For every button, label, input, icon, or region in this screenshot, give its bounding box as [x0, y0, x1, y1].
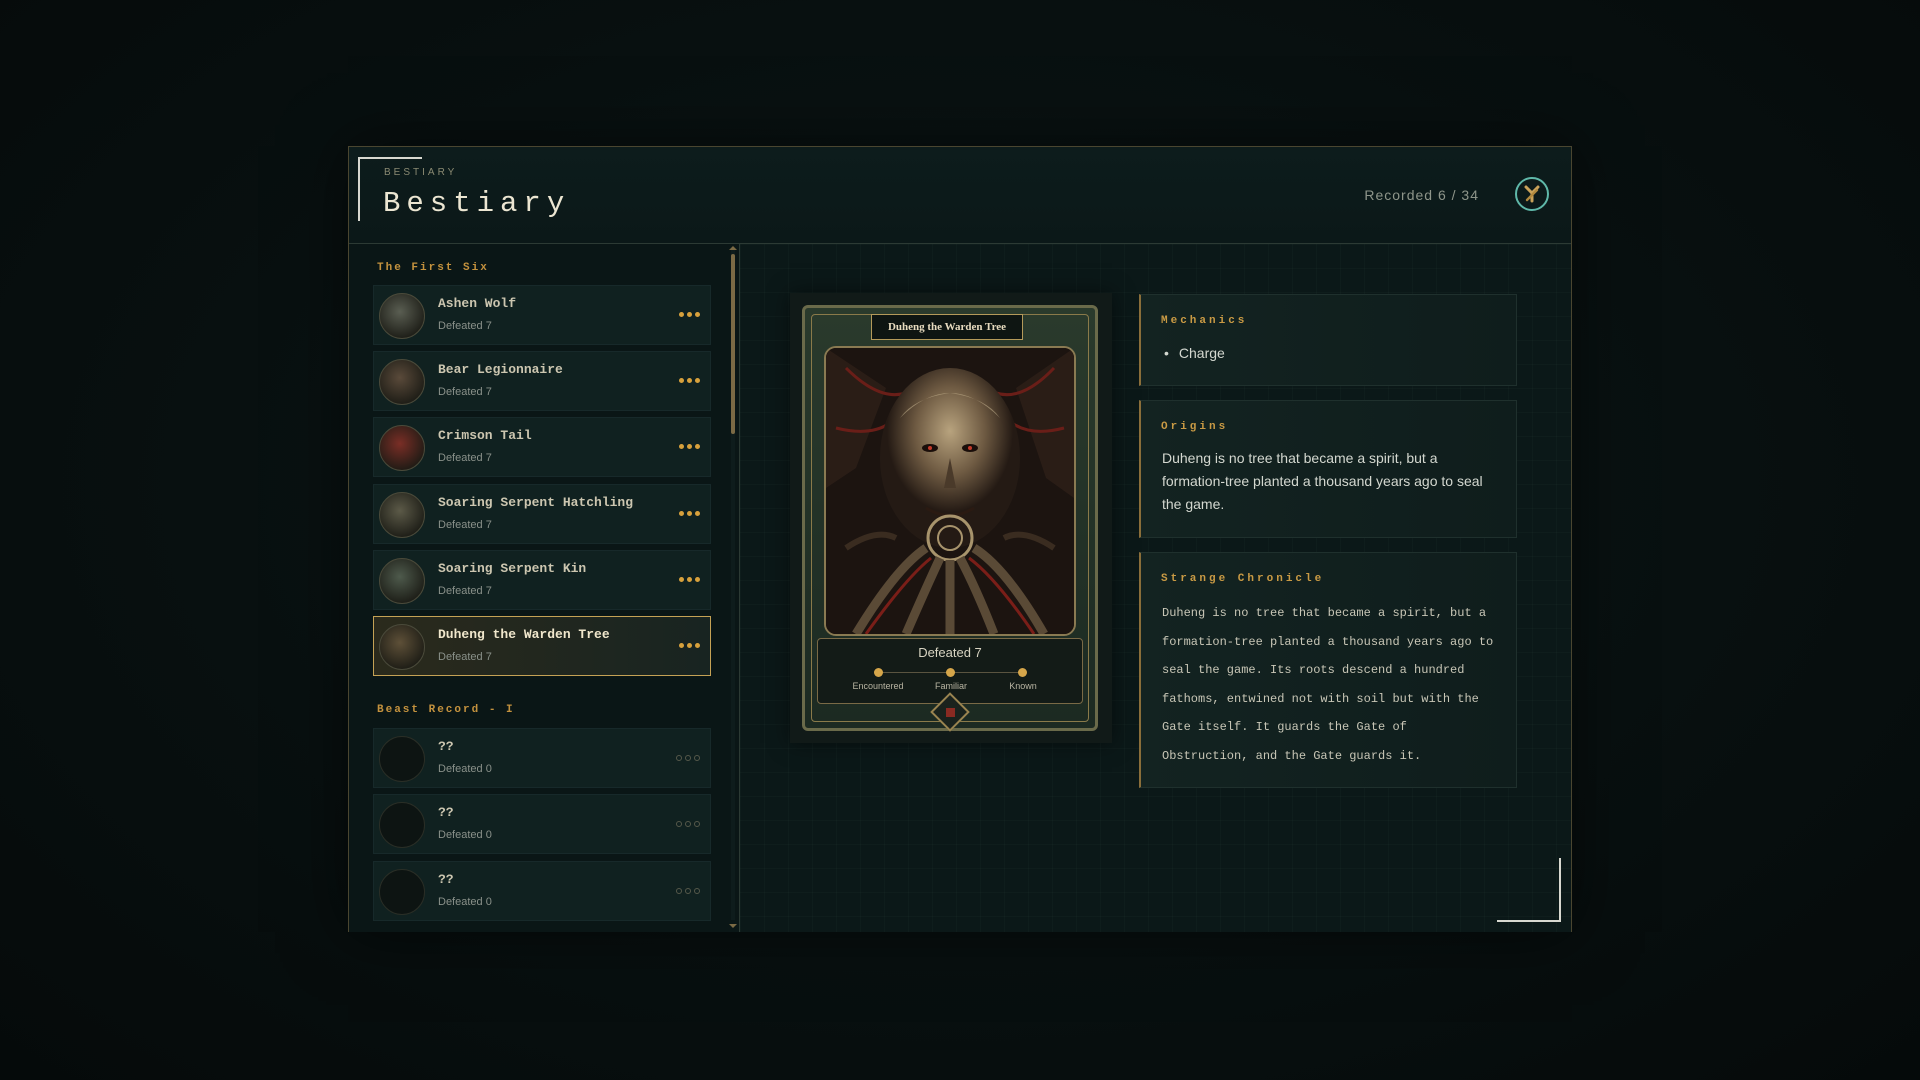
origins-title: Origins: [1161, 421, 1229, 433]
track-dot-encountered: [874, 668, 883, 677]
entry-status: Defeated 7: [438, 386, 492, 398]
list-item-duheng-the-warden-tree[interactable]: Duheng the Warden Tree Defeated 7: [373, 616, 711, 676]
track-label-encountered: Encountered: [852, 681, 904, 691]
entry-status: Defeated 7: [438, 651, 492, 663]
origins-panel: Origins Duheng is no tree that became a …: [1139, 400, 1517, 538]
avatar: [379, 359, 425, 405]
more-options-icon[interactable]: [679, 643, 700, 648]
entry-name: ??: [438, 739, 454, 754]
avatar: [379, 802, 425, 848]
avatar: [379, 736, 425, 782]
more-options-icon[interactable]: [676, 821, 700, 827]
entry-status: Defeated 0: [438, 896, 492, 908]
list-item-soaring-serpent-kin[interactable]: Soaring Serpent Kin Defeated 7: [373, 550, 711, 610]
card-gem-core: [946, 708, 955, 717]
section-label-first-six: The First Six: [377, 262, 489, 274]
origins-text: Duheng is no tree that became a spirit, …: [1162, 450, 1483, 512]
track-label-known: Known: [1009, 681, 1037, 691]
list-item-unknown[interactable]: ?? Defeated 0: [373, 861, 711, 921]
avatar: [379, 624, 425, 670]
entry-status: Defeated 0: [438, 829, 492, 841]
corner-bracket-bottom-right: [1497, 858, 1561, 922]
avatar: [379, 492, 425, 538]
entry-status: Defeated 0: [438, 763, 492, 775]
entry-name: Soaring Serpent Kin: [438, 561, 587, 576]
creature-card: Duheng the Warden Tree Defeated 7 Encoun…: [790, 293, 1112, 743]
more-options-icon[interactable]: [679, 312, 700, 317]
more-options-icon[interactable]: [676, 888, 700, 894]
entry-status: Defeated 7: [438, 519, 492, 531]
list-item-bear-legionnaire[interactable]: Bear Legionnaire Defeated 7: [373, 351, 711, 411]
scrollbar-thumb[interactable]: [731, 254, 735, 434]
list-item-unknown[interactable]: ?? Defeated 0: [373, 794, 711, 854]
list-item-ashen-wolf[interactable]: Ashen Wolf Defeated 7: [373, 285, 711, 345]
header: BESTIARY Bestiary Recorded 6 / 34: [349, 147, 1571, 244]
entry-name: Ashen Wolf: [438, 296, 517, 311]
more-options-icon[interactable]: [676, 755, 700, 761]
avatar: [379, 293, 425, 339]
card-name-plate: Duheng the Warden Tree: [871, 314, 1023, 340]
avatar: [379, 558, 425, 604]
mechanics-item: Charge: [1164, 345, 1225, 361]
avatar: [379, 425, 425, 471]
section-label-beast-record: Beast Record - I: [377, 704, 515, 716]
entry-name: Duheng the Warden Tree: [438, 627, 610, 642]
entry-name: Crimson Tail: [438, 428, 532, 443]
scroll-down-arrow-icon[interactable]: [729, 924, 737, 928]
more-options-icon[interactable]: [679, 378, 700, 383]
entry-name: Soaring Serpent Hatchling: [438, 495, 634, 510]
more-options-icon[interactable]: [679, 577, 700, 582]
entry-status: Defeated 7: [438, 585, 492, 597]
entry-name: ??: [438, 805, 454, 820]
list-item-crimson-tail[interactable]: Crimson Tail Defeated 7: [373, 417, 711, 477]
avatar: [379, 869, 425, 915]
entry-name: ??: [438, 872, 454, 887]
close-icon: [1524, 185, 1540, 203]
chronicle-text: Duheng is no tree that became a spirit, …: [1162, 606, 1494, 763]
entry-status: Defeated 7: [438, 320, 492, 332]
page-title: Bestiary: [383, 187, 571, 220]
entry-name: Bear Legionnaire: [438, 362, 563, 377]
mechanics-panel: Mechanics Charge: [1139, 294, 1517, 386]
bestiary-panel: BESTIARY Bestiary Recorded 6 / 34 The Fi…: [348, 146, 1572, 932]
recorded-count: Recorded 6 / 34: [1364, 187, 1479, 203]
bestiary-list[interactable]: The First Six Ashen Wolf Defeated 7 Bear…: [349, 244, 740, 932]
strange-chronicle-panel: Strange Chronicle Duheng is no tree that…: [1139, 552, 1517, 788]
list-item-unknown[interactable]: ?? Defeated 0: [373, 728, 711, 788]
more-options-icon[interactable]: [679, 511, 700, 516]
list-item-soaring-serpent-hatchling[interactable]: Soaring Serpent Hatchling Defeated 7: [373, 484, 711, 544]
defeated-count: Defeated 7: [918, 645, 982, 660]
chronicle-title: Strange Chronicle: [1161, 573, 1325, 585]
warden-tree-illustration: [826, 348, 1074, 634]
track-dot-familiar: [946, 668, 955, 677]
mechanics-title: Mechanics: [1161, 315, 1248, 327]
detail-view: Duheng the Warden Tree Defeated 7 Encoun…: [740, 244, 1571, 932]
header-eyebrow: BESTIARY: [384, 167, 458, 178]
creature-portrait: [824, 346, 1076, 636]
card-frame: Duheng the Warden Tree Defeated 7 Encoun…: [802, 305, 1098, 732]
close-button[interactable]: [1515, 177, 1549, 211]
track-label-familiar: Familiar: [934, 681, 968, 691]
entry-status: Defeated 7: [438, 452, 492, 464]
more-options-icon[interactable]: [679, 444, 700, 449]
scroll-up-arrow-icon[interactable]: [729, 246, 737, 250]
track-dot-known: [1018, 668, 1027, 677]
